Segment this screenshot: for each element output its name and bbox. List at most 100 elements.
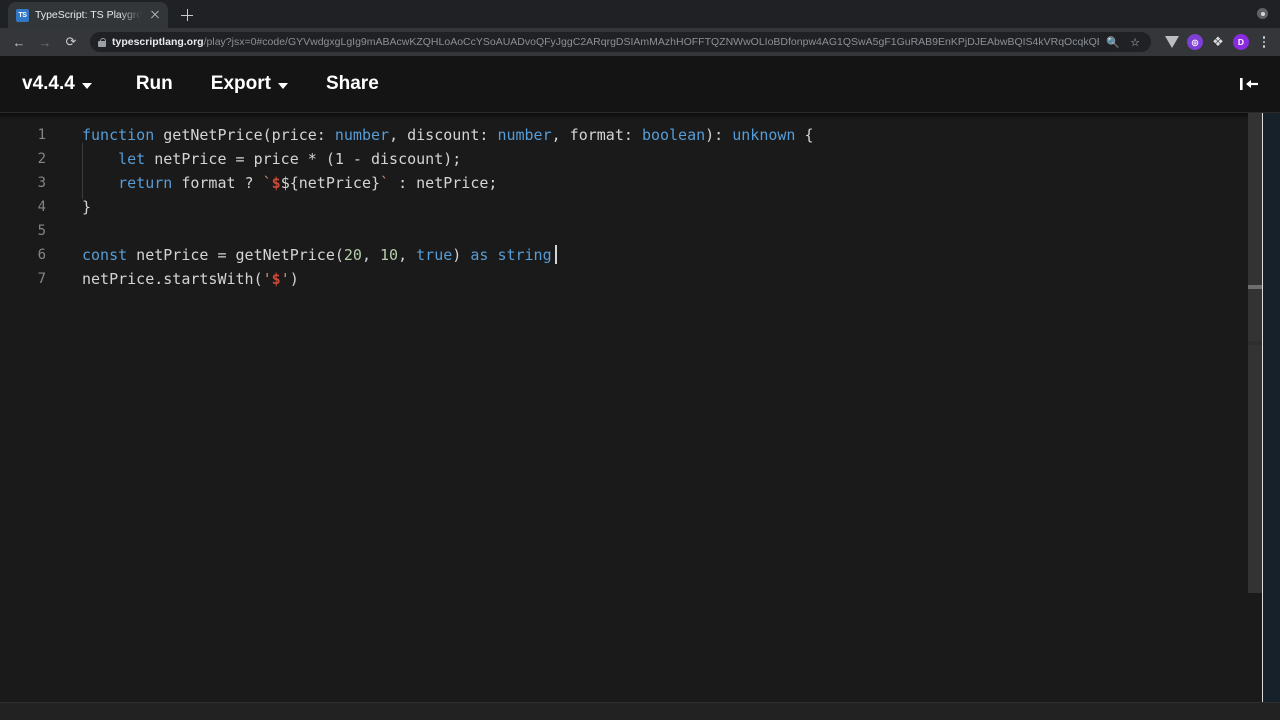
browser-tab[interactable]: TS TypeScript: TS Playground - A <box>8 2 168 28</box>
reload-icon[interactable]: ⟳ <box>60 31 82 53</box>
token-text: , <box>361 246 381 264</box>
extensions-strip: ◎ ❖ D <box>1155 34 1272 50</box>
code-line-text: } <box>62 195 1262 219</box>
back-icon[interactable]: ← <box>8 31 30 53</box>
token-backtick: ` <box>262 174 272 192</box>
token-keyword: let <box>118 150 146 168</box>
collapsed-sidebar[interactable] <box>1262 113 1280 702</box>
token-number: 20 <box>343 246 362 264</box>
browser-window: TS TypeScript: TS Playground - A ← → ⟳ t… <box>0 0 1280 720</box>
puzzle-extensions-icon[interactable]: ❖ <box>1210 34 1226 50</box>
line-number: 7 <box>37 271 46 287</box>
run-button[interactable]: Run <box>136 73 193 95</box>
token-type: unknown <box>732 126 796 144</box>
scrollbar-thumb[interactable] <box>1248 113 1262 593</box>
page-content: v4.4.4 Run Export Share 1 function getNe… <box>0 56 1280 720</box>
token-dollar: $ <box>271 174 281 192</box>
circle-extension-icon[interactable]: ◎ <box>1187 34 1203 50</box>
token-text: netPrice = price * (1 - discount); <box>145 150 462 168</box>
url-host: typescriptlang.org <box>112 36 204 48</box>
code-line-text: function getNetPrice(price: number, disc… <box>62 123 1262 147</box>
token-type: string <box>497 246 552 264</box>
forward-icon[interactable]: → <box>34 31 56 53</box>
address-bar[interactable]: typescriptlang.org/play?jsx=0#code/GYVwd… <box>90 32 1151 52</box>
scrollbar-marker <box>1248 285 1262 289</box>
page-footer <box>0 702 1280 720</box>
token-text: ): <box>705 126 733 144</box>
profile-avatar[interactable]: D <box>1233 34 1249 50</box>
typescript-favicon-icon: TS <box>16 8 29 22</box>
url-text: typescriptlang.org/play?jsx=0#code/GYVwd… <box>112 32 1099 52</box>
token-keyword: function <box>82 126 155 144</box>
token-text: getNetPrice(price: <box>154 126 335 144</box>
kebab-menu-icon[interactable] <box>1256 34 1272 50</box>
editor-region: 1 function getNetPrice(price: number, di… <box>0 113 1280 702</box>
version-label: v4.4.4 <box>22 73 75 94</box>
line-number: 4 <box>37 199 46 215</box>
token-quote: ' <box>262 270 272 288</box>
code-line: 3 return format ? `$${netPrice}` : netPr… <box>0 167 1262 199</box>
token-keyword: return <box>118 174 173 192</box>
token-text: ) <box>289 270 299 288</box>
editor-scrollbar[interactable] <box>1248 113 1262 702</box>
code-line: 7 netPrice.startsWith('$') <box>0 267 1262 291</box>
token-text: , discount: <box>389 126 498 144</box>
token-brace: } <box>82 198 92 216</box>
text-cursor <box>554 245 557 264</box>
code-line: 2 let netPrice = price * (1 - discount); <box>0 143 1262 175</box>
token-dollar: $ <box>271 270 281 288</box>
token-backtick: ` <box>380 174 390 192</box>
close-icon[interactable] <box>148 8 162 22</box>
token-type: boolean <box>641 126 706 144</box>
star-icon[interactable]: ☆ <box>1127 34 1143 50</box>
code-line: 6 const netPrice = getNetPrice(20, 10, t… <box>0 243 1262 267</box>
token-text: format ? <box>172 174 263 192</box>
scrollbar-marker <box>1248 341 1262 345</box>
tab-title: TypeScript: TS Playground - A <box>35 9 142 21</box>
run-label: Run <box>135 73 173 94</box>
browser-toolbar: ← → ⟳ typescriptlang.org/play?jsx=0#code… <box>0 28 1280 56</box>
code-line-text: return format ? `$${netPrice}` : netPric… <box>62 167 1262 199</box>
url-path: /play?jsx=0#code/GYVwdgxgLgIg9mABAcwKZQH… <box>203 36 1099 48</box>
token-text: ) <box>452 246 471 264</box>
chevron-down-icon <box>277 82 288 89</box>
token-text: netPrice.startsWith( <box>82 270 263 288</box>
token-as-keyword: as <box>470 246 489 264</box>
token-boolean: true <box>416 246 453 264</box>
vee-extension-icon[interactable] <box>1164 34 1180 50</box>
token-text: { <box>795 126 814 144</box>
new-tab-button[interactable] <box>174 2 200 28</box>
token-number: 10 <box>380 246 399 264</box>
chevron-down-icon <box>81 82 92 89</box>
token-text: : netPrice; <box>389 174 498 192</box>
tab-strip: TS TypeScript: TS Playground - A <box>0 0 1280 28</box>
code-editor[interactable]: 1 function getNetPrice(price: number, di… <box>0 113 1262 702</box>
token-keyword: const <box>82 246 128 264</box>
code-line: 5 <box>0 219 1262 243</box>
window-dot[interactable] <box>1257 8 1268 19</box>
line-number: 5 <box>37 223 46 239</box>
playground-header: v4.4.4 Run Export Share <box>0 56 1280 113</box>
code-line: 4 } <box>0 195 1262 219</box>
token-type: number <box>497 126 552 144</box>
code-line-text: let netPrice = price * (1 - discount); <box>62 143 1262 175</box>
line-number: 3 <box>37 175 46 191</box>
line-number: 6 <box>37 247 46 263</box>
token-text: netPrice = getNetPrice( <box>127 246 344 264</box>
token-text: , <box>398 246 417 264</box>
share-button[interactable]: Share <box>326 73 399 95</box>
code-area[interactable]: 1 function getNetPrice(price: number, di… <box>0 113 1262 291</box>
code-line-text: netPrice.startsWith('$') <box>62 267 1262 291</box>
collapse-sidebar-icon[interactable] <box>1236 73 1264 95</box>
token-template-expr: ${netPrice} <box>280 174 381 192</box>
export-menu[interactable]: Export <box>211 73 308 95</box>
token-quote: ' <box>280 270 290 288</box>
share-label: Share <box>325 73 379 94</box>
zoom-icon[interactable]: 🔍 <box>1105 34 1121 50</box>
version-selector[interactable]: v4.4.4 <box>22 73 112 95</box>
export-label: Export <box>210 73 271 94</box>
token-type: number <box>334 126 390 144</box>
code-line: 1 function getNetPrice(price: number, di… <box>0 123 1262 147</box>
